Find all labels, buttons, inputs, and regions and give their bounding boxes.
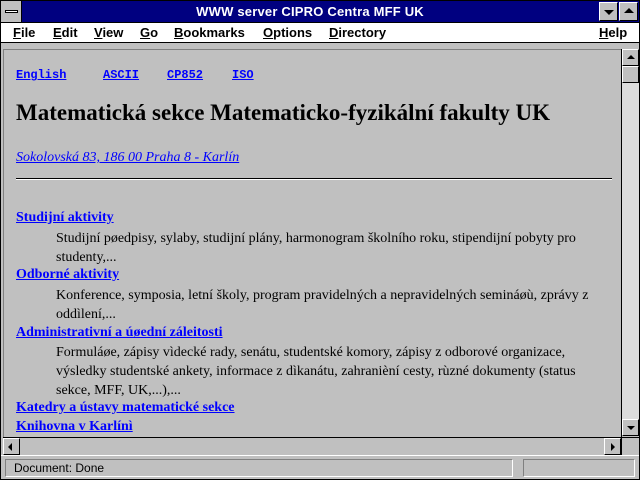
desc-studijni-aktivity: Studijní pøedpisy, sylaby, studijní plán… [56, 229, 612, 267]
menu-bar: File Edit View Go Bookmarks Options Dire… [1, 23, 639, 43]
minimize-arrow-icon [604, 10, 614, 15]
title-bar[interactable]: WWW server CIPRO Centra MFF UK [1, 1, 639, 23]
link-odborne-aktivity[interactable]: Odborné aktivity [16, 267, 119, 283]
scroll-down-icon [627, 426, 635, 430]
scroll-up-icon [627, 55, 635, 59]
minimize-button[interactable] [599, 2, 618, 21]
scroll-right-button[interactable] [604, 438, 621, 455]
page-heading: Matematická sekce Matematicko-fyzikální … [16, 100, 550, 126]
maximize-arrow-icon [624, 8, 634, 13]
address-link[interactable]: Sokolovská 83, 186 00 Praha 8 - Karlín [16, 150, 239, 166]
menu-file[interactable]: File [13, 25, 35, 40]
link-english[interactable]: English [16, 68, 66, 82]
horizontal-scroll-track[interactable] [20, 438, 604, 455]
link-ascii[interactable]: ASCII [103, 68, 139, 82]
link-studijni-aktivity[interactable]: Studijní aktivity [16, 210, 114, 226]
system-menu-button[interactable] [1, 1, 22, 22]
link-administrativni[interactable]: Administrativní a úøední záleitosti [16, 324, 223, 341]
progress-indicator [523, 459, 635, 477]
link-knihovna[interactable]: Knihovna v Karlínì [16, 419, 133, 435]
system-menu-icon [5, 10, 18, 13]
document-view: English ASCII CP852 ISO Matematická sekc… [3, 49, 621, 437]
horizontal-scrollbar[interactable] [3, 437, 621, 455]
scroll-left-icon [8, 443, 12, 451]
scroll-left-button[interactable] [3, 438, 20, 455]
menu-help[interactable]: Help [599, 25, 627, 40]
vertical-scrollbar[interactable] [621, 49, 639, 437]
window-title: WWW server CIPRO Centra MFF UK [23, 4, 597, 19]
scroll-right-icon [611, 443, 615, 451]
desc-administrativni: Formuláøe, zápisy vìdecké rady, senátu, … [56, 343, 612, 400]
scrollbar-corner [621, 437, 639, 455]
menu-go[interactable]: Go [140, 25, 158, 40]
menu-options[interactable]: Options [263, 25, 312, 40]
status-bar: Document: Done [1, 455, 639, 479]
horizontal-rule [16, 178, 612, 180]
scroll-down-button[interactable] [622, 419, 639, 436]
menu-view[interactable]: View [94, 25, 123, 40]
maximize-button[interactable] [619, 2, 638, 21]
vertical-scroll-track[interactable] [622, 83, 639, 419]
menu-directory[interactable]: Directory [329, 25, 386, 40]
status-text: Document: Done [5, 459, 513, 477]
menu-edit[interactable]: Edit [53, 25, 78, 40]
desc-odborne-aktivity: Konference, symposia, letní školy, progr… [56, 286, 612, 324]
browser-window: WWW server CIPRO Centra MFF UK File Edit… [0, 0, 640, 480]
link-cp852[interactable]: CP852 [167, 68, 203, 82]
vertical-scroll-thumb[interactable] [622, 66, 639, 83]
scroll-up-button[interactable] [622, 49, 639, 66]
link-iso[interactable]: ISO [232, 68, 254, 82]
link-katedry[interactable]: Katedry a ústavy matematické sekce [16, 400, 235, 416]
menu-bookmarks[interactable]: Bookmarks [174, 25, 245, 40]
